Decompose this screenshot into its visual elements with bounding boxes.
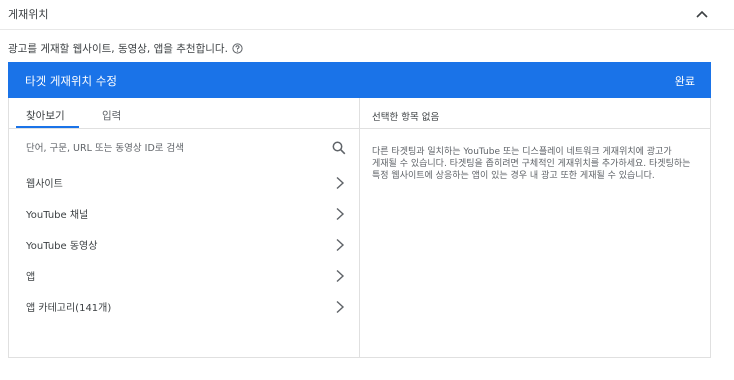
list-item-youtube-videos[interactable]: YouTube 동영상 <box>9 229 359 259</box>
section-header: 게재위치 <box>0 0 734 30</box>
selection-column: 선택한 항목 없음 다른 타겟팅과 일치하는 YouTube 또는 디스플레이 … <box>360 98 711 358</box>
browse-column: 찾아보기 입력 웹사이트 YouTube 채널 <box>9 98 360 358</box>
chevron-right-icon <box>335 175 345 190</box>
helper-text: 광고를 게재할 웹사이트, 동영상, 앱을 추천합니다. <box>8 43 228 55</box>
search-icon[interactable] <box>332 140 346 155</box>
search-input[interactable] <box>26 139 326 157</box>
list-item-label: 앱 카테고리(141개) <box>26 303 112 314</box>
list-item-app-categories[interactable]: 앱 카테고리(141개) <box>9 291 359 321</box>
search-row <box>9 129 359 167</box>
chevron-right-icon <box>335 237 345 252</box>
tab-browse[interactable]: 찾아보기 <box>26 108 65 123</box>
placement-editor-panel: 타겟 게재위치 수정 완료 찾아보기 입력 웹사이트 YouTube 채널 <box>8 62 711 358</box>
tab-bar: 찾아보기 입력 <box>9 98 359 129</box>
tab-input[interactable]: 입력 <box>102 108 121 123</box>
list-item-apps[interactable]: 앱 <box>9 260 359 290</box>
help-circle-icon[interactable] <box>232 43 243 54</box>
chevron-right-icon <box>335 206 345 221</box>
panel-header: 타겟 게재위치 수정 완료 <box>8 62 711 98</box>
panel-title: 타겟 게재위치 수정 <box>25 74 117 88</box>
section-title: 게재위치 <box>8 8 49 21</box>
selection-description: 다른 타겟팅과 일치하는 YouTube 또는 디스플레이 네트워크 게재위치에… <box>372 147 691 181</box>
chevron-right-icon <box>335 268 345 283</box>
chevron-right-icon <box>335 299 345 314</box>
selection-header: 선택한 항목 없음 <box>360 98 711 129</box>
list-item-websites[interactable]: 웹사이트 <box>9 167 359 197</box>
list-item-label: 앱 <box>26 272 36 283</box>
chevron-up-icon <box>696 10 708 18</box>
collapse-button[interactable] <box>692 5 712 23</box>
list-item-youtube-channels[interactable]: YouTube 채널 <box>9 198 359 228</box>
list-item-label: YouTube 동영상 <box>26 241 98 252</box>
active-tab-indicator <box>16 126 79 128</box>
helper-text-row: 광고를 게재할 웹사이트, 동영상, 앱을 추천합니다. <box>8 41 243 56</box>
list-item-label: YouTube 채널 <box>26 210 89 221</box>
done-button[interactable]: 완료 <box>675 73 695 89</box>
selection-status: 선택한 항목 없음 <box>372 112 440 123</box>
list-item-label: 웹사이트 <box>26 179 63 190</box>
